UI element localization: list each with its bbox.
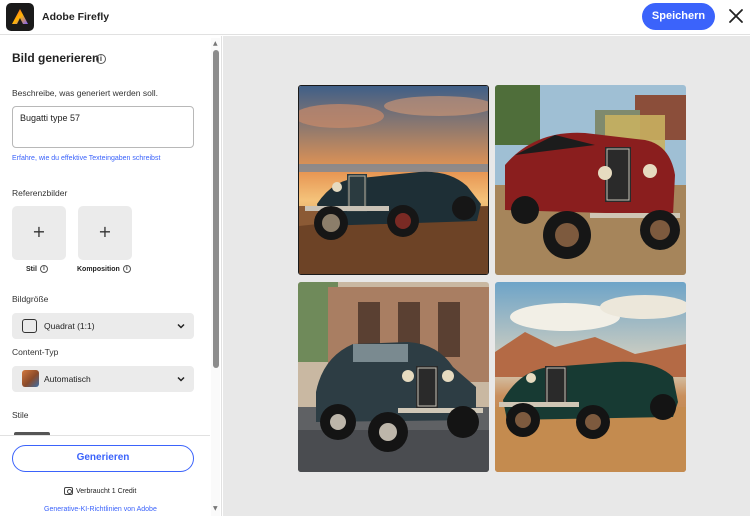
square-aspect-icon — [22, 319, 37, 333]
credit-info: Verbraucht 1 Credit — [64, 487, 136, 495]
style-reference-button[interactable]: + — [12, 206, 66, 260]
plus-icon: + — [98, 222, 112, 241]
scroll-up-arrow[interactable]: ▲ — [213, 40, 218, 47]
credit-icon — [64, 487, 73, 495]
reference-images-label: Referenzbilder — [12, 188, 68, 198]
content-type-thumbnail — [22, 370, 39, 387]
generated-image-4[interactable] — [495, 282, 686, 472]
image-size-dropdown[interactable]: Quadrat (1:1) — [12, 313, 194, 339]
generate-panel: Bild generieren i Beschreibe, was generi… — [0, 36, 222, 516]
content-type-label: Content-Typ — [12, 347, 59, 357]
close-icon[interactable] — [727, 7, 745, 25]
credit-text: Verbraucht 1 Credit — [76, 487, 137, 495]
generate-button[interactable]: Generieren — [12, 445, 194, 472]
composition-label: Komposition — [77, 265, 120, 273]
style-label: Stil — [26, 265, 37, 273]
composition-reference-button[interactable]: + — [78, 206, 132, 260]
chevron-down-icon — [177, 376, 185, 382]
generated-image-3[interactable] — [298, 282, 489, 472]
image-size-value: Quadrat (1:1) — [44, 321, 95, 331]
prompt-input[interactable]: Bugatti type 57 — [12, 106, 194, 148]
scroll-down-arrow[interactable]: ▼ — [213, 505, 218, 512]
generated-image-2[interactable] — [495, 85, 686, 275]
content-type-dropdown[interactable]: Automatisch — [12, 366, 194, 392]
app-title: Adobe Firefly — [42, 11, 110, 23]
generated-image-1[interactable] — [298, 85, 489, 275]
styles-label: Stile — [12, 410, 29, 420]
info-icon[interactable]: i — [96, 54, 106, 64]
prompt-label: Beschreibe, was generiert werden soll. — [12, 88, 158, 98]
info-icon[interactable]: i — [122, 265, 131, 273]
style-caption: Stil i — [26, 265, 48, 273]
image-size-label: Bildgröße — [12, 294, 49, 304]
app-header: Adobe Firefly Speichern — [0, 0, 750, 35]
content-type-value: Automatisch — [44, 374, 91, 384]
composition-caption: Komposition i — [77, 265, 131, 273]
panel-title: Bild generieren — [12, 51, 100, 65]
save-button[interactable]: Speichern — [642, 3, 715, 30]
info-icon[interactable]: i — [39, 265, 48, 273]
guidelines-link[interactable]: Generative-KI-Richtlinien von Adobe — [44, 506, 157, 513]
learn-prompt-link[interactable]: Erfahre, wie du effektive Texteingaben s… — [12, 155, 160, 162]
divider — [0, 435, 210, 436]
chevron-down-icon — [177, 323, 185, 329]
adobe-firefly-logo[interactable] — [6, 3, 34, 31]
plus-icon: + — [32, 222, 46, 241]
scrollbar-thumb[interactable] — [213, 50, 219, 368]
